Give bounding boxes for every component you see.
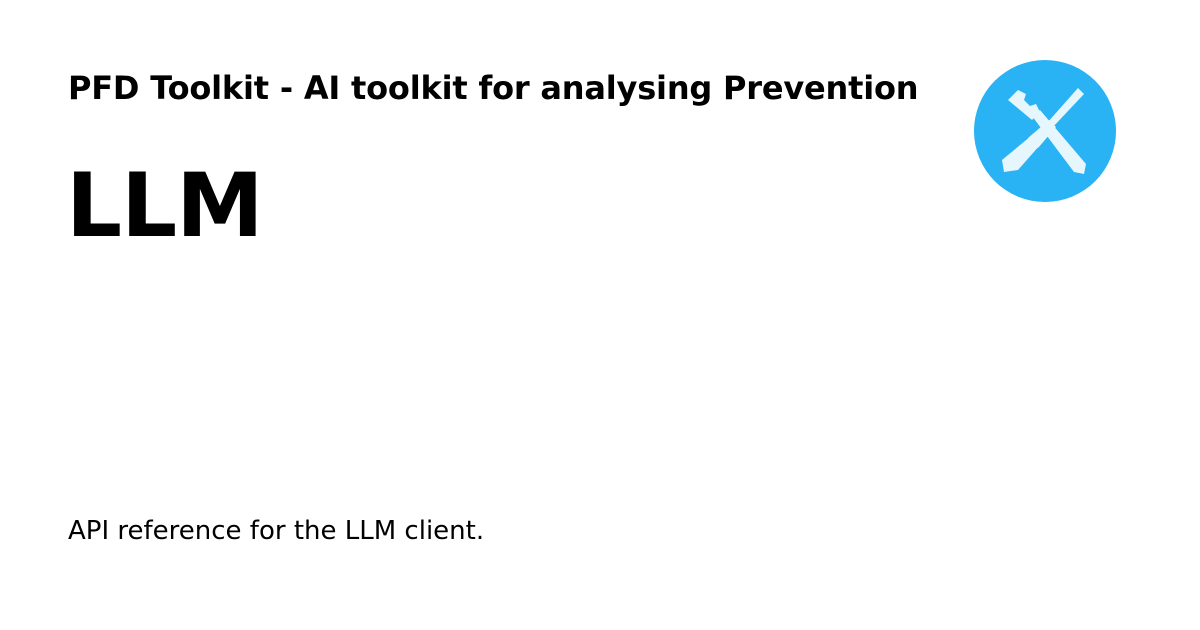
site-logo [974,60,1116,202]
page-title: LLM [66,154,264,257]
page-description: API reference for the LLM client. [68,516,485,546]
social-card: PFD Toolkit - AI toolkit for analysing P… [0,0,1200,630]
site-title: PFD Toolkit - AI toolkit for analysing P… [68,69,919,107]
tools-icon [974,60,1116,202]
